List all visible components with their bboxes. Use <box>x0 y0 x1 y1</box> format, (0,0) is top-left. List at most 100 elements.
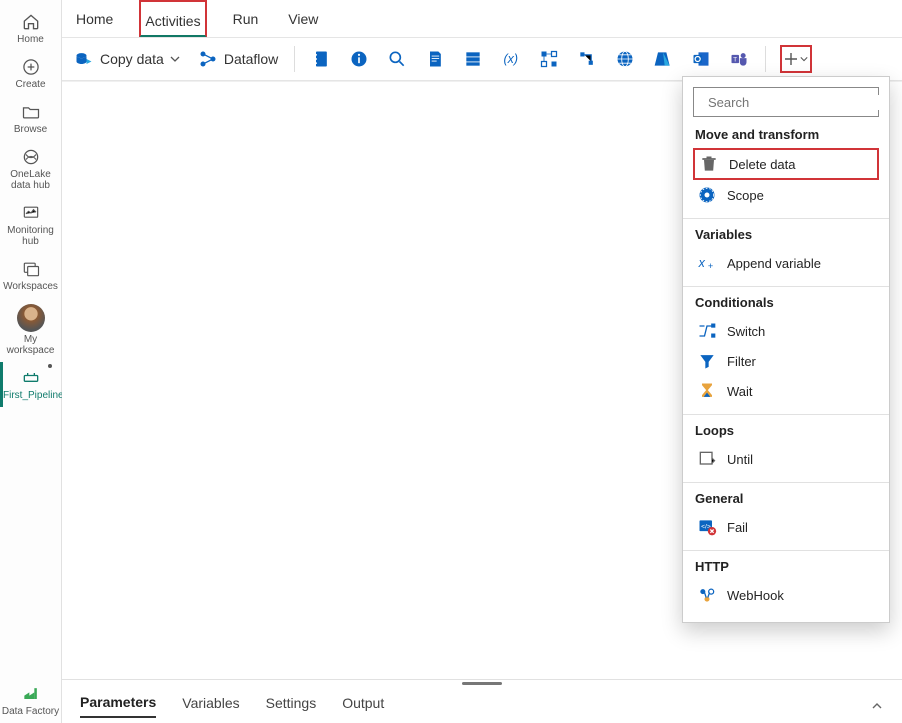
label: Filter <box>727 354 756 369</box>
item-wait[interactable]: Wait <box>693 376 879 406</box>
nav-pipeline-label: First_Pipeline <box>3 390 58 401</box>
outlook-icon <box>691 49 711 69</box>
nav-monitoring-label: Monitoring hub <box>2 225 60 247</box>
tab-run[interactable]: Run <box>229 0 263 38</box>
item-scope[interactable]: Scope <box>693 180 879 210</box>
plus-icon <box>784 52 798 66</box>
tab-parameters[interactable]: Parameters <box>80 694 156 718</box>
tab-settings[interactable]: Settings <box>266 695 317 717</box>
label: Fail <box>727 520 748 535</box>
nav-onelake-label: OneLake data hub <box>2 169 60 191</box>
label: Delete data <box>729 157 796 172</box>
svg-text:(x): (x) <box>504 52 519 66</box>
dataflow-icon <box>198 49 218 69</box>
nav-pipeline[interactable]: First_Pipeline <box>0 362 58 407</box>
more-activities-dropdown: Move and transform Delete data Scope Var… <box>682 76 890 623</box>
item-switch[interactable]: Switch <box>693 316 879 346</box>
variable-icon: (x) <box>501 49 521 69</box>
folder-icon <box>21 102 41 122</box>
teams-icon: T <box>729 49 749 69</box>
search-icon <box>387 49 407 69</box>
webhook-icon <box>697 585 717 605</box>
notebook-icon <box>311 49 331 69</box>
more-activities-button[interactable] <box>780 45 812 73</box>
sproc-activity-button[interactable] <box>461 47 485 71</box>
group-conditionals: Conditionals <box>695 295 879 310</box>
append-variable-icon: x+ <box>697 253 717 273</box>
tab-home[interactable]: Home <box>72 0 117 38</box>
copydata-icon <box>74 49 94 69</box>
svg-text:x: x <box>698 256 706 270</box>
svg-text:T: T <box>733 57 737 64</box>
workspaces-icon <box>21 259 41 279</box>
separator <box>765 46 766 72</box>
activities-toolbar: Copy data Dataflow (x) T <box>62 37 902 81</box>
avatar-icon <box>17 304 45 332</box>
outlook-activity-button[interactable] <box>689 47 713 71</box>
chevron-up-icon[interactable] <box>870 699 884 713</box>
item-delete-data[interactable]: Delete data <box>693 148 879 180</box>
nav-create-label: Create <box>2 79 60 90</box>
dataflow-button[interactable]: Dataflow <box>196 46 280 72</box>
dropdown-search[interactable] <box>693 87 879 117</box>
datafactory-icon <box>21 684 41 704</box>
svg-text:+: + <box>708 261 713 271</box>
switch-icon <box>697 321 717 341</box>
tab-view[interactable]: View <box>284 0 322 38</box>
nav-datafactory-label: Data Factory <box>2 706 60 717</box>
chevron-down-icon <box>170 54 180 64</box>
nav-create[interactable]: Create <box>2 51 60 96</box>
label: WebHook <box>727 588 784 603</box>
if-icon <box>577 49 597 69</box>
fail-icon: </> <box>697 517 717 537</box>
globe-icon <box>615 49 635 69</box>
item-fail[interactable]: </> Fail <box>693 512 879 542</box>
info-icon <box>349 49 369 69</box>
foreach-activity-button[interactable] <box>537 47 561 71</box>
tab-output[interactable]: Output <box>342 695 384 717</box>
filter-icon <box>697 351 717 371</box>
chevron-down-icon <box>800 55 808 63</box>
item-append-variable[interactable]: x+ Append variable <box>693 248 879 278</box>
info-activity-button[interactable] <box>347 47 371 71</box>
search-input[interactable] <box>708 95 884 110</box>
tab-variables[interactable]: Variables <box>182 695 239 717</box>
label: Until <box>727 452 753 467</box>
tab-activities[interactable]: Activities <box>139 0 206 38</box>
separator <box>294 46 295 72</box>
nav-datafactory[interactable]: Data Factory <box>2 678 60 723</box>
group-general: General <box>695 491 879 506</box>
nav-workspaces-label: Workspaces <box>2 281 60 292</box>
group-move-transform: Move and transform <box>695 127 879 142</box>
drag-handle[interactable] <box>462 682 502 685</box>
copydata-button[interactable]: Copy data <box>72 46 182 72</box>
item-until[interactable]: Until <box>693 444 879 474</box>
dirty-dot-icon <box>48 364 52 368</box>
variable-activity-button[interactable]: (x) <box>499 47 523 71</box>
left-nav: Home Create Browse OneLake data hub Moni… <box>0 0 62 723</box>
teams-activity-button[interactable]: T <box>727 47 751 71</box>
nav-monitoring[interactable]: Monitoring hub <box>2 197 60 253</box>
nav-home[interactable]: Home <box>2 6 60 51</box>
trash-icon <box>699 154 719 174</box>
nav-browse[interactable]: Browse <box>2 96 60 141</box>
item-filter[interactable]: Filter <box>693 346 879 376</box>
nav-my-workspace[interactable]: My workspace <box>2 298 60 362</box>
hourglass-icon <box>697 381 717 401</box>
monitoring-icon <box>21 203 41 223</box>
nav-myworkspace-label: My workspace <box>2 334 60 356</box>
if-activity-button[interactable] <box>575 47 599 71</box>
nav-workspaces[interactable]: Workspaces <box>2 253 60 298</box>
item-webhook[interactable]: WebHook <box>693 580 879 610</box>
bottom-tabs: Parameters Variables Settings Output <box>62 689 902 723</box>
nav-onelake[interactable]: OneLake data hub <box>2 141 60 197</box>
azure-activity-button[interactable] <box>651 47 675 71</box>
lookup-activity-button[interactable] <box>385 47 409 71</box>
until-icon <box>697 449 717 469</box>
web-activity-button[interactable] <box>613 47 637 71</box>
scope-icon <box>697 185 717 205</box>
script-activity-button[interactable] <box>423 47 447 71</box>
notebook-activity-button[interactable] <box>309 47 333 71</box>
label: Scope <box>727 188 764 203</box>
group-http: HTTP <box>695 559 879 574</box>
